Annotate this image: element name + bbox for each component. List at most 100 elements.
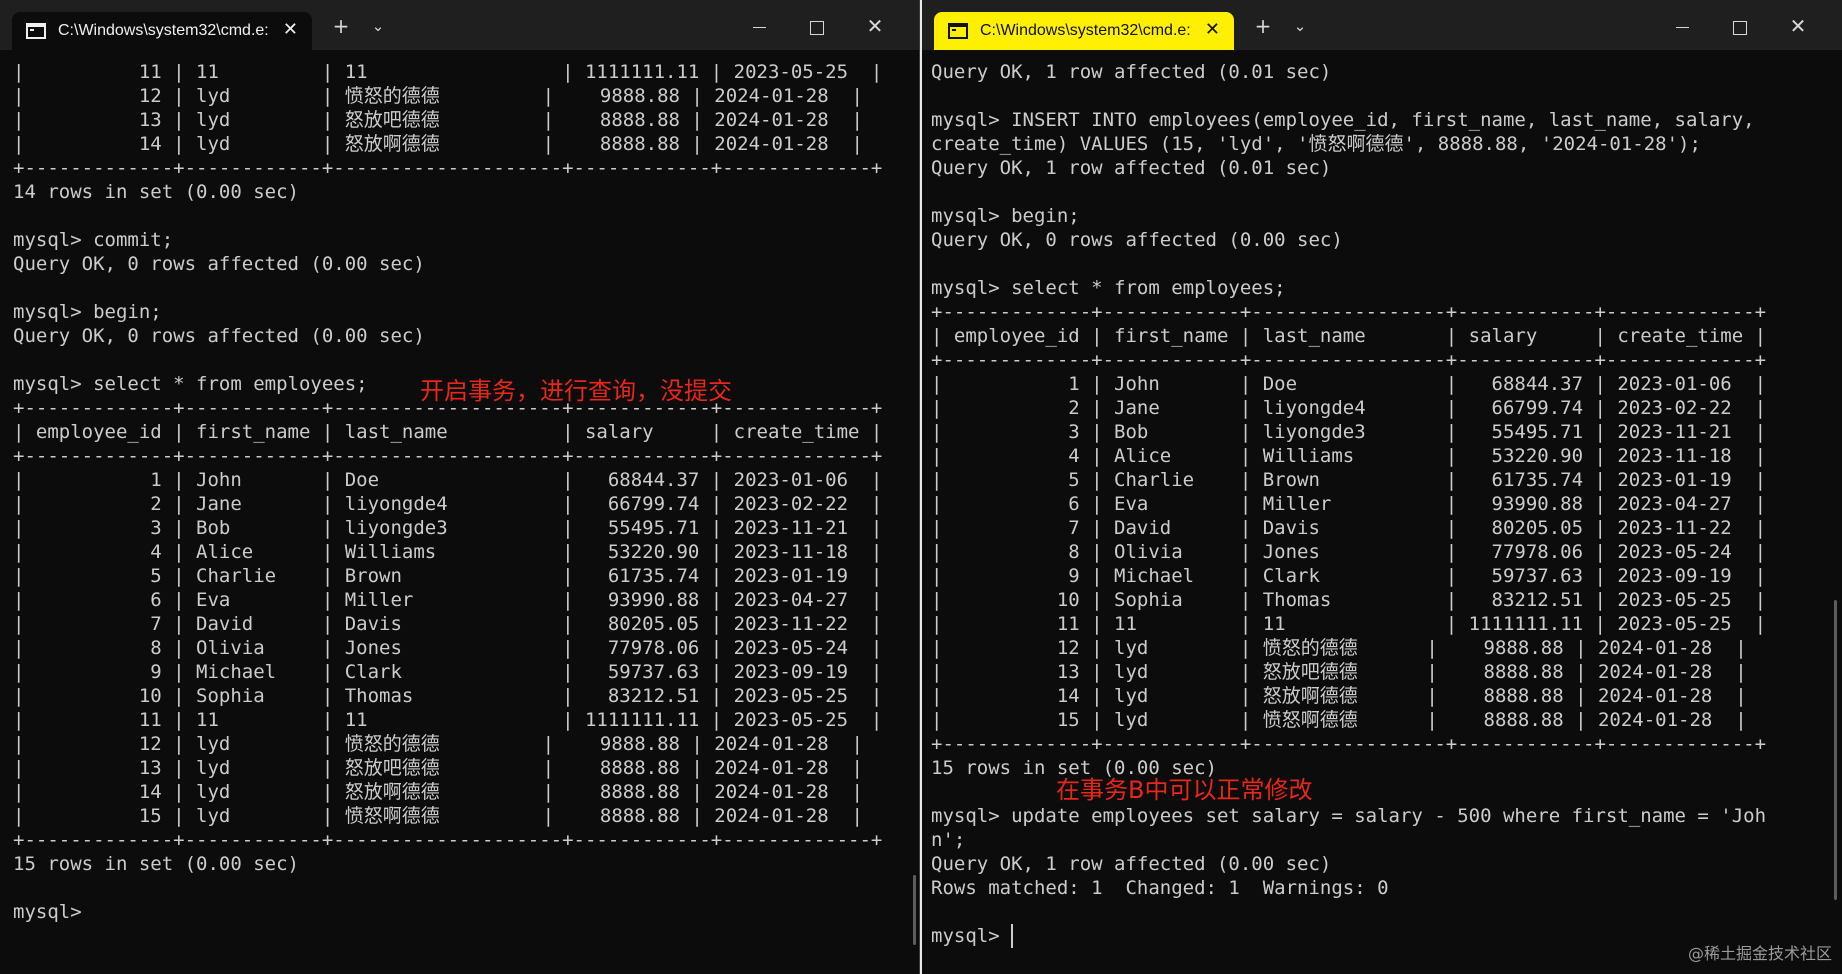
cmd-icon (948, 23, 968, 39)
terminal-window-left[interactable]: C:\Windows\system32\cmd.e: ✕ + ⌄ ✕ | 11 … (0, 0, 920, 974)
terminal-line: | 14 | lyd | 怒放啊德德 | 8888.88 | 2024-01-2… (13, 133, 863, 155)
terminal-line: mysql> begin; (13, 301, 162, 323)
terminal-tab[interactable]: C:\Windows\system32\cmd.e: ✕ (934, 12, 1234, 50)
terminal-line: 15 rows in set (0.00 sec) (13, 853, 299, 875)
tab-title: C:\Windows\system32\cmd.e: (980, 22, 1191, 39)
terminal-line: mysql> select * from employees; (931, 277, 1286, 299)
maximize-button[interactable] (1726, 12, 1754, 40)
close-window-button[interactable]: ✕ (1784, 12, 1812, 40)
terminal-line: | 12 | lyd | 愤怒的德德 | 9888.88 | 2024-01-2… (931, 637, 1747, 659)
new-tab-button[interactable]: + (327, 12, 355, 40)
terminal-line: | 3 | Bob | liyongde3 | 55495.71 | 2023-… (931, 421, 1767, 443)
terminal-line: | 7 | David | Davis | 80205.05 | 2023-11… (13, 613, 883, 635)
tab-title: C:\Windows\system32\cmd.e: (58, 22, 269, 39)
terminal-line: | 11 | 11 | 11 | 1111111.11 | 2023-05-25… (931, 613, 1767, 635)
terminal-window-right[interactable]: C:\Windows\system32\cmd.e: ✕ + ⌄ ✕ Query… (922, 0, 1842, 974)
terminal-line: | 4 | Alice | Williams | 53220.90 | 2023… (931, 445, 1767, 467)
terminal-line: | 10 | Sophia | Thomas | 83212.51 | 2023… (13, 685, 883, 707)
terminal-line: | 8 | Olivia | Jones | 77978.06 | 2023-0… (931, 541, 1767, 563)
terminal-line: +-------------+------------+------------… (13, 157, 883, 179)
terminal-line: | 12 | lyd | 愤怒的德德 | 9888.88 | 2024-01-2… (13, 733, 863, 755)
title-bar[interactable]: C:\Windows\system32\cmd.e: ✕ + ⌄ ✕ (0, 0, 919, 50)
tab-dropdown-button[interactable]: ⌄ (364, 12, 392, 40)
terminal-line: mysql> begin; (931, 205, 1080, 227)
terminal-line: | 4 | Alice | Williams | 53220.90 | 2023… (13, 541, 883, 563)
terminal-line: | 10 | Sophia | Thomas | 83212.51 | 2023… (931, 589, 1767, 611)
terminal-tab[interactable]: C:\Windows\system32\cmd.e: ✕ (12, 12, 312, 50)
terminal-line: Query OK, 0 rows affected (0.00 sec) (13, 253, 425, 275)
terminal-line: Rows matched: 1 Changed: 1 Warnings: 0 (931, 877, 1389, 899)
terminal-line: +-------------+------------+------------… (13, 445, 883, 467)
terminal-line: create_time) VALUES (15, 'lyd', '愤怒啊德德',… (931, 133, 1701, 155)
tab-dropdown-button[interactable]: ⌄ (1286, 12, 1314, 40)
terminal-line: mysql> (13, 901, 82, 923)
maximize-button[interactable] (803, 12, 831, 40)
title-bar[interactable]: C:\Windows\system32\cmd.e: ✕ + ⌄ ✕ (922, 0, 1842, 50)
annotation-left: 开启事务，进行查询，没提交 (420, 377, 732, 405)
terminal-line: | 14 | lyd | 怒放啊德德 | 8888.88 | 2024-01-2… (931, 685, 1747, 707)
terminal-line: Query OK, 1 row affected (0.01 sec) (931, 61, 1332, 83)
terminal-line: mysql> update employees set salary = sal… (931, 805, 1767, 827)
minimize-icon (752, 27, 766, 28)
terminal-line: | 13 | lyd | 怒放吧德德 | 8888.88 | 2024-01-2… (13, 109, 863, 131)
terminal-line: | 13 | lyd | 怒放吧德德 | 8888.88 | 2024-01-2… (13, 757, 863, 779)
terminal-line: | 5 | Charlie | Brown | 61735.74 | 2023-… (13, 565, 883, 587)
terminal-line: | 5 | Charlie | Brown | 61735.74 | 2023-… (931, 469, 1767, 491)
terminal-line: | 7 | David | Davis | 80205.05 | 2023-11… (931, 517, 1767, 539)
terminal-line: +-------------+------------+------------… (931, 349, 1767, 371)
terminal-line: | 15 | lyd | 愤怒啊德德 | 8888.88 | 2024-01-2… (13, 805, 863, 827)
terminal-line: mysql> commit; (13, 229, 174, 251)
terminal-line: | 9 | Michael | Clark | 59737.63 | 2023-… (931, 565, 1767, 587)
text-cursor (1011, 924, 1014, 948)
terminal-line: Query OK, 0 rows affected (0.00 sec) (931, 229, 1343, 251)
terminal-line: +-------------+------------+------------… (931, 301, 1767, 323)
watermark: @稀土掘金技术社区 (1687, 944, 1832, 963)
terminal-line: | 6 | Eva | Miller | 93990.88 | 2023-04-… (931, 493, 1767, 515)
maximize-icon (810, 20, 824, 35)
minimize-button[interactable] (1668, 12, 1696, 40)
tab-close-icon[interactable]: ✕ (283, 20, 298, 40)
terminal-line: +-------------+------------+------------… (13, 829, 883, 851)
scrollbar-left[interactable] (913, 875, 916, 945)
terminal-line: | 12 | lyd | 愤怒的德德 | 9888.88 | 2024-01-2… (13, 85, 863, 107)
terminal-line: | 14 | lyd | 怒放啊德德 | 8888.88 | 2024-01-2… (13, 781, 863, 803)
terminal-output[interactable]: | 11 | 11 | 11 | 1111111.11 | 2023-05-25… (13, 60, 919, 924)
terminal-line: | 1 | John | Doe | 68844.37 | 2023-01-06… (931, 373, 1767, 395)
maximize-icon (1733, 20, 1747, 35)
terminal-line: | 6 | Eva | Miller | 93990.88 | 2023-04-… (13, 589, 883, 611)
terminal-line: Query OK, 1 row affected (0.00 sec) (931, 853, 1332, 875)
close-window-button[interactable]: ✕ (861, 12, 889, 40)
terminal-line: Query OK, 1 row affected (0.01 sec) (931, 157, 1332, 179)
terminal-line: | employee_id | first_name | last_name |… (13, 421, 883, 443)
terminal-line: | 11 | 11 | 11 | 1111111.11 | 2023-05-25… (13, 709, 883, 731)
scrollbar-right[interactable] (1834, 600, 1837, 900)
terminal-line: 14 rows in set (0.00 sec) (13, 181, 299, 203)
terminal-line: | 8 | Olivia | Jones | 77978.06 | 2023-0… (13, 637, 883, 659)
terminal-output[interactable]: Query OK, 1 row affected (0.01 sec) mysql… (931, 60, 1842, 948)
terminal-line: | employee_id | first_name | last_name |… (931, 325, 1767, 347)
terminal-line: | 1 | John | Doe | 68844.37 | 2023-01-06… (13, 469, 883, 491)
terminal-line: mysql> INSERT INTO employees(employee_id… (931, 109, 1755, 131)
terminal-line: | 9 | Michael | Clark | 59737.63 | 2023-… (13, 661, 883, 683)
terminal-line: | 15 | lyd | 愤怒啊德德 | 8888.88 | 2024-01-2… (931, 709, 1747, 731)
new-tab-button[interactable]: + (1249, 12, 1277, 40)
terminal-line: | 3 | Bob | liyongde3 | 55495.71 | 2023-… (13, 517, 883, 539)
terminal-line: | 11 | 11 | 11 | 1111111.11 | 2023-05-25… (13, 61, 883, 83)
annotation-right: 在事务B中可以正常修改 (1056, 776, 1313, 804)
terminal-line: Query OK, 0 rows affected (0.00 sec) (13, 325, 425, 347)
minimize-button[interactable] (745, 12, 773, 40)
tab-close-icon[interactable]: ✕ (1205, 20, 1220, 40)
cmd-icon (26, 23, 46, 39)
terminal-line: | 13 | lyd | 怒放吧德德 | 8888.88 | 2024-01-2… (931, 661, 1747, 683)
terminal-line: | 2 | Jane | liyongde4 | 66799.74 | 2023… (13, 493, 883, 515)
terminal-line: +-------------+------------+------------… (931, 733, 1767, 755)
minimize-icon (1675, 27, 1689, 28)
